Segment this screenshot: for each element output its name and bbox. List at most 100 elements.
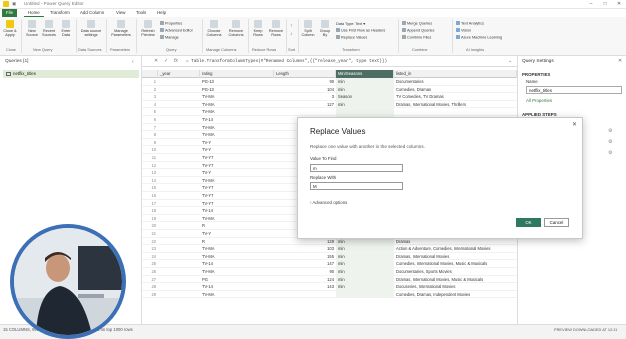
close-pane-icon[interactable]: ✕ <box>618 58 622 64</box>
column-header-length[interactable]: Length <box>274 70 336 78</box>
listed-in-cell[interactable] <box>394 108 517 116</box>
group-by-button[interactable]: Group By <box>318 20 332 38</box>
row-number-cell[interactable]: 25 <box>142 260 158 268</box>
rating-cell[interactable]: PG-13 <box>200 78 274 86</box>
min-seasons-cell[interactable]: min <box>336 275 394 284</box>
row-number-cell[interactable]: 19 <box>142 215 158 223</box>
row-number-cell[interactable]: 16 <box>142 192 158 200</box>
row-number-cell[interactable]: 29 <box>142 291 158 299</box>
rating-cell[interactable]: PG <box>200 276 274 284</box>
row-number-cell[interactable]: 7 <box>142 124 158 132</box>
sort-ascending-icon[interactable]: ↑ <box>290 23 293 29</box>
length-cell[interactable]: 143 <box>274 283 336 291</box>
split-column-button[interactable]: Split Column <box>300 20 316 38</box>
tab-transform[interactable]: Transform <box>46 9 74 17</box>
tab-view[interactable]: View <box>112 9 129 17</box>
minimize-button[interactable]: – <box>584 0 598 9</box>
manage-button[interactable]: Manage <box>160 35 179 39</box>
row-number-cell[interactable]: 1 <box>142 78 158 86</box>
rating-cell[interactable]: R <box>200 238 274 246</box>
row-number-cell[interactable]: 24 <box>142 253 158 261</box>
text-analytics-button[interactable]: Text Analytics <box>456 21 484 25</box>
min-seasons-cell[interactable]: min <box>336 100 394 109</box>
row-number-cell[interactable]: 20 <box>142 222 158 230</box>
query-item-netflix-titles[interactable]: netflix_titles <box>3 70 139 78</box>
min-seasons-cell[interactable]: min <box>336 252 394 261</box>
rating-cell[interactable]: TV-14 <box>200 260 274 268</box>
length-cell[interactable]: 155 <box>274 253 336 261</box>
rating-cell[interactable]: TV-MA <box>200 268 274 276</box>
row-number-cell[interactable]: 13 <box>142 169 158 177</box>
min-seasons-cell[interactable]: min <box>336 268 394 276</box>
rating-cell[interactable]: TV-MA <box>200 124 274 132</box>
row-number-cell[interactable]: 4 <box>142 101 158 109</box>
table-row[interactable]: 3 TV-MA 3 Season TV Comedies, TV Dramas <box>142 93 517 101</box>
table-row[interactable]: 27 PG 124 min Dramas, International Movies, … <box>142 275 517 284</box>
rating-cell[interactable]: TV-MA <box>200 215 274 223</box>
close-apply-button[interactable]: Close & Apply <box>2 20 18 38</box>
listed-in-cell[interactable]: Dramas, International Movies, Thrillers <box>394 101 517 109</box>
advanced-editor-button[interactable]: Advanced Editor <box>160 28 193 32</box>
cancel-formula-icon[interactable]: ✕ <box>154 58 158 64</box>
rating-cell[interactable]: R <box>200 222 274 230</box>
rating-cell[interactable]: TV-14 <box>200 116 274 124</box>
table-row[interactable]: 1 PG-13 90 min Documentaries <box>142 78 517 86</box>
remove-columns-button[interactable]: Remove Columns <box>226 20 246 38</box>
formula-input[interactable]: = Table.TransformColumnTypes(#"Renamed C… <box>186 59 387 64</box>
min-seasons-cell[interactable]: Season <box>336 93 394 101</box>
dialog-close-button[interactable]: ✕ <box>572 121 577 128</box>
azure-ml-button[interactable]: Azure Machine Learning <box>456 35 502 39</box>
listed-in-cell[interactable]: Comedies, International Movies, Music & … <box>394 260 517 268</box>
table-row[interactable]: 4 TV-MA 127 min Dramas, International Movies… <box>142 100 517 109</box>
min-seasons-cell[interactable]: min <box>336 245 394 253</box>
length-cell[interactable]: 3 <box>274 93 336 101</box>
new-source-button[interactable]: New Source <box>24 20 40 38</box>
data-source-settings-button[interactable]: Data source settings <box>78 20 104 38</box>
step-settings-icon[interactable]: ⚙ <box>608 139 612 145</box>
step-settings-icon[interactable]: ⚙ <box>608 150 612 156</box>
row-number-cell[interactable]: 14 <box>142 177 158 185</box>
row-number-cell[interactable]: 12 <box>142 162 158 170</box>
table-row[interactable]: 29 TV-MA Comedies, Dramas, Independent Mov… <box>142 290 517 299</box>
row-number-cell[interactable]: 9 <box>142 139 158 147</box>
row-number-cell[interactable]: 22 <box>142 238 158 246</box>
tab-home[interactable]: Home <box>24 9 44 17</box>
vision-button[interactable]: Vision <box>456 28 471 32</box>
step-settings-icon[interactable]: ⚙ <box>608 128 612 134</box>
row-number-cell[interactable]: 8 <box>142 131 158 139</box>
rating-cell[interactable]: TV-MA <box>200 93 274 101</box>
enter-data-button[interactable]: Enter Data <box>58 20 74 38</box>
listed-in-cell[interactable]: Action & Adventure, Comedies, Internatio… <box>394 245 517 253</box>
min-seasons-cell[interactable]: min <box>336 78 394 86</box>
recent-sources-button[interactable]: Recent Sources <box>41 20 57 38</box>
listed-in-cell[interactable]: TV Comedies, TV Dramas <box>394 93 517 101</box>
replace-values-button[interactable]: Replace Values <box>336 35 367 39</box>
length-cell[interactable]: 127 <box>274 101 336 109</box>
length-cell[interactable] <box>274 108 336 116</box>
rating-cell[interactable]: TV-MA <box>200 131 274 139</box>
column-header-rating[interactable]: rating <box>200 70 274 78</box>
rating-cell[interactable]: TV-Y <box>200 230 274 238</box>
expand-formula-icon[interactable]: ⌄ <box>508 58 512 64</box>
use-first-row-button[interactable]: Use First Row as Headers <box>336 28 385 32</box>
listed-in-cell[interactable]: Dramas, International Movies <box>394 253 517 261</box>
table-row[interactable]: 23 TV-MA 103 min Action & Adventure, Comedie… <box>142 245 517 253</box>
table-row[interactable]: 25 TV-14 147 min Comedies, International Mov… <box>142 260 517 268</box>
table-row[interactable]: 28 TV-14 143 min Docuseries, International M… <box>142 283 517 291</box>
min-seasons-cell[interactable] <box>336 290 394 299</box>
query-name-input[interactable]: netflix_titles <box>526 86 622 94</box>
commit-formula-icon[interactable]: ✓ <box>164 58 168 64</box>
rating-cell[interactable]: TV-Y7 <box>200 154 274 162</box>
tab-file[interactable]: File <box>2 9 18 17</box>
rating-cell[interactable]: TV-Y <box>200 169 274 177</box>
row-number-cell[interactable]: 2 <box>142 86 158 94</box>
length-cell[interactable]: 104 <box>274 86 336 94</box>
table-row[interactable]: 26 TV-MA 90 min Documentaries, Sports Movies <box>142 268 517 276</box>
tab-tools[interactable]: Tools <box>132 9 150 17</box>
row-number-cell[interactable]: 3 <box>142 93 158 101</box>
rating-cell[interactable]: TV-MA <box>200 291 274 299</box>
ok-button[interactable]: OK <box>516 218 541 227</box>
corner-cell[interactable] <box>142 70 158 78</box>
listed-in-cell[interactable]: Docuseries, International Movies <box>394 283 517 291</box>
close-window-button[interactable]: ✕ <box>612 0 626 9</box>
